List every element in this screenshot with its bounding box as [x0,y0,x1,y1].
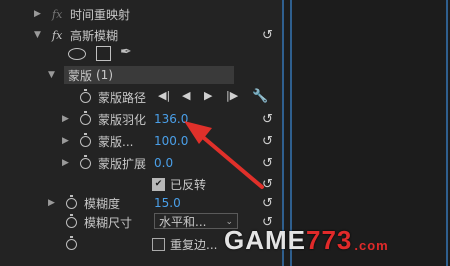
reset-icon[interactable]: ↺ [262,196,273,211]
mask-index-label: (1) [96,68,113,82]
collapse-arrow-icon[interactable]: ▼ [34,30,41,40]
blur-dimensions-label: 模糊尺寸 [84,215,133,230]
reset-icon[interactable]: ↺ [262,112,273,127]
stopwatch-icon[interactable] [66,194,77,209]
pen-mask-tool-icon[interactable]: ✒ [120,44,132,60]
effect-row-time-remap[interactable]: ▶ fx 时间重映射 [0,3,282,25]
mask-expansion-row: ▶ 蒙版扩展 0.0 ↺ [0,152,282,174]
reset-icon[interactable]: ↺ [262,28,273,43]
mask-path-label: 蒙版路径 [98,90,147,105]
reset-icon[interactable]: ↺ [262,177,273,192]
reset-icon[interactable]: ↺ [262,134,273,149]
inverted-label: 已反转 [170,177,207,192]
time-remap-label: 时间重映射 [70,7,131,22]
mask-opacity-row: ▶ 蒙版... 100.0 ↺ [0,130,282,152]
repeat-edge-label: 重复边... [170,237,218,252]
effect-row-gaussian-blur[interactable]: ▼ fx 高斯模糊 ↺ [0,24,282,46]
collapse-arrow-icon[interactable]: ▼ [48,70,55,80]
fx-icon[interactable]: fx [52,8,62,21]
reset-icon[interactable]: ↺ [262,156,273,171]
expand-arrow-icon[interactable]: ▶ [48,198,55,208]
gaussian-blur-label: 高斯模糊 [70,28,119,43]
stopwatch-icon[interactable] [80,110,91,125]
expand-arrow-icon[interactable]: ▶ [62,114,69,124]
track-backward-icon[interactable]: ◀ [182,89,190,102]
mask-expansion-label: 蒙版扩展 [98,156,147,171]
mask-opacity-label: 蒙版... [98,134,134,149]
watermark-number: 773 [306,224,353,255]
watermark-logo: GAME 773 .com [224,224,389,256]
rectangle-mask-tool-icon[interactable] [96,46,111,61]
ellipse-mask-tool-icon[interactable] [68,48,86,60]
mask-feather-row: ▶ 蒙版羽化 136.0 ↺ [0,108,282,130]
expand-arrow-icon[interactable]: ▶ [62,158,69,168]
expand-arrow-icon[interactable]: ▶ [62,136,69,146]
blurriness-value[interactable]: 15.0 [154,196,181,210]
track-forward-one-frame-icon[interactable]: |▶ [226,89,238,102]
track-backward-one-frame-icon[interactable]: ◀| [158,89,170,102]
mask-feather-value[interactable]: 136.0 [154,112,188,126]
stopwatch-icon[interactable] [66,213,77,228]
stopwatch-icon[interactable] [80,132,91,147]
stopwatch-icon[interactable] [80,88,91,103]
inverted-checkbox[interactable]: ✔ [152,178,165,191]
watermark-suffix: .com [354,237,389,253]
blur-dimensions-selected: 水平和... [159,215,207,229]
mask-opacity-value[interactable]: 100.0 [154,134,188,148]
stopwatch-icon[interactable] [80,154,91,169]
fx-icon[interactable]: fx [52,29,62,42]
mask-path-row: 蒙版路径 [0,86,282,108]
wrench-icon[interactable]: 🔧 [252,89,268,104]
stopwatch-icon[interactable] [66,235,77,250]
track-forward-icon[interactable]: ▶ [204,89,212,102]
mask-label: 蒙版 [68,68,93,83]
mask-feather-label: 蒙版羽化 [98,112,147,127]
timeline-edge-right [446,0,448,266]
mask-expansion-value[interactable]: 0.0 [154,156,173,170]
blurriness-label: 模糊度 [84,196,121,211]
expand-arrow-icon[interactable]: ▶ [34,9,41,19]
mask-row[interactable]: ▼ 蒙版 (1) [0,64,282,86]
watermark-brand: GAME [224,224,306,255]
repeat-edge-checkbox[interactable] [152,238,165,251]
